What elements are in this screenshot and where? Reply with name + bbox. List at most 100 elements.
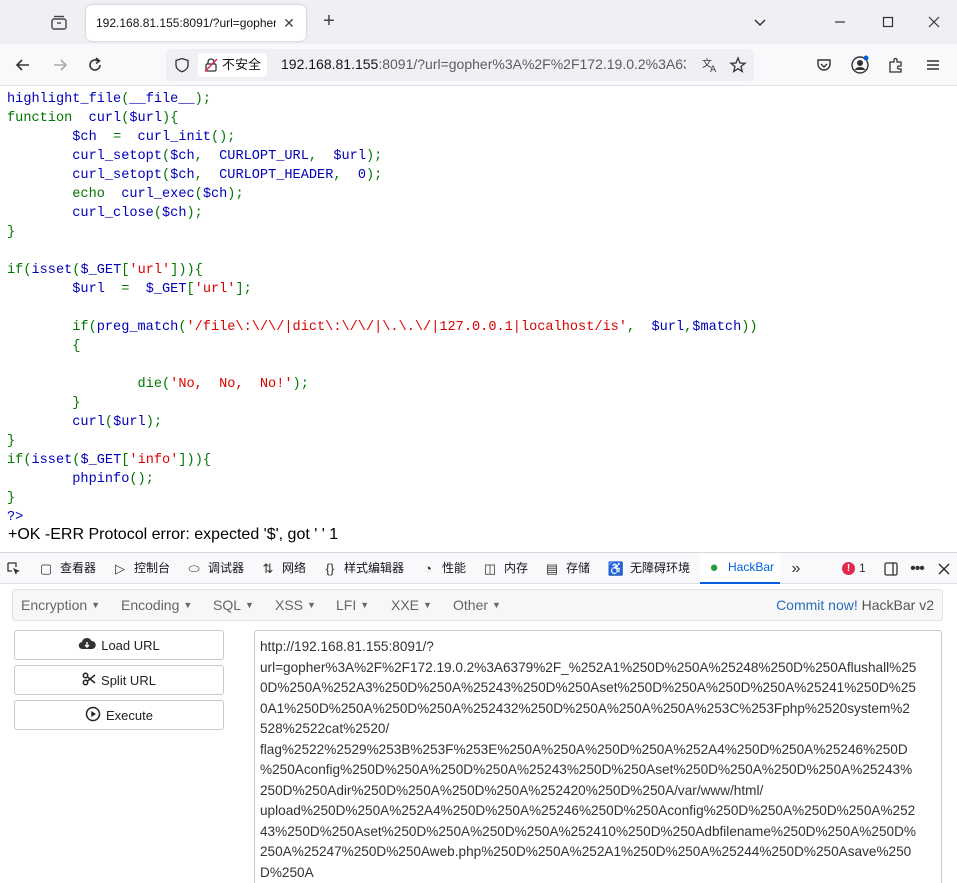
hackbar-menu-other[interactable]: Other ▼ [453,597,501,613]
code-token: curl [72,415,105,430]
hackbar-icon: ● [709,559,719,576]
code-token: 'url' [129,263,171,278]
code-token: , [627,320,652,335]
close-devtools-icon[interactable] [936,553,952,584]
error-icon: ! [842,561,855,575]
shield-icon[interactable] [170,53,194,77]
hackbar-url-textarea[interactable]: http://192.168.81.155:8091/? url=gopher%3… [254,630,942,883]
tab-groups-icon[interactable] [48,12,70,34]
element-picker-icon[interactable] [6,553,22,584]
devtools-tab-查看器[interactable]: ▢ 查看器 [38,553,96,584]
new-tab-button[interactable]: + [318,10,340,32]
back-arrow-icon[interactable] [11,53,35,77]
reload-icon[interactable] [83,53,107,77]
minimize-icon[interactable] [828,10,852,34]
code-token: , [333,168,358,183]
devtools-tab-样式编辑器[interactable]: {} 样式编辑器 [322,553,404,584]
code-token: { [7,339,81,354]
code-token: ); [227,187,244,202]
devtools-tab-label: 无障碍环境 [630,561,691,575]
insecure-lock-icon [203,57,219,73]
extensions-icon[interactable] [884,53,908,77]
split-url-button[interactable]: Split URL [14,665,224,695]
code-token: $_GET [80,453,122,468]
url-line: 43%250D%250Aset%250D%250A%250D%250A%2524… [260,823,916,839]
scissors-icon [82,672,96,689]
code-token: isset [31,453,73,468]
hackbar-menu-label: Encryption [21,597,88,613]
error-count-badge[interactable]: ! 1 [842,561,866,575]
devtools-tab-性能[interactable]: ◔ 性能 [420,553,466,584]
network-icon: ⇅ [262,561,274,576]
forward-arrow-icon[interactable] [48,53,72,77]
code-token: $ch [72,130,114,145]
tab-close-button[interactable]: ✕ [280,14,298,32]
navigation-bar: 不安全 192.168.81.155:8091/?url=gopher%3A%2… [0,44,957,86]
tab-list-icon[interactable] [748,10,772,34]
code-line: function curl($url){ [7,109,758,128]
url-path: :8091/?url=gopher%3A%2F%2F172.19.0.2%3A6… [378,56,686,72]
hackbar-menu-label: Encoding [121,597,180,613]
commit-now-link[interactable]: Commit now! [776,597,858,613]
devtools-tab-控制台[interactable]: ▷ 控制台 [112,553,170,584]
code-token: ( [162,168,171,183]
code-line: ?> [7,508,758,527]
hackbar-menu-sql[interactable]: SQL ▼ [213,597,254,613]
url-text[interactable]: 192.168.81.155:8091/?url=gopher%3A%2F%2F… [281,56,686,72]
devtools-tab-无障碍环境[interactable]: ♿ 无障碍环境 [608,553,690,584]
url-line: http://192.168.81.155:8091/? [260,639,434,654]
cloud-download-icon [78,637,96,654]
code-token: (); [210,130,236,145]
code-token: curl_close [72,206,154,221]
execute-button[interactable]: Execute [14,700,224,730]
devtools-tab-hackbar[interactable]: ● HackBar [700,553,781,584]
code-token: } [7,491,16,506]
code-line: phpinfo(); [7,470,758,489]
code-token: curl_setopt [72,168,162,183]
bookmark-star-icon[interactable] [726,53,750,77]
tab-bar: 192.168.81.155:8091/?url=gopher%3A%2F ✕ … [0,0,957,44]
devtools-tab-调试器[interactable]: ⬭ 调试器 [186,553,244,584]
url-line: url=gopher%3A%2F%2F172.19.0.2%3A6379%2F_… [260,659,917,675]
devtools-tab-网络[interactable]: ⇅ 网络 [260,553,306,584]
hackbar-menu-lfi[interactable]: LFI ▼ [336,597,369,613]
code-token: $ch [170,168,195,183]
pocket-icon[interactable] [812,53,836,77]
code-token: __file__ [129,92,195,107]
devtools-tab-label: 性能 [442,561,467,575]
menu-icon[interactable] [921,53,945,77]
browser-tab[interactable]: 192.168.81.155:8091/?url=gopher%3A%2F ✕ [86,5,306,41]
code-token: , [194,149,220,164]
hackbar-menu-label: LFI [336,597,357,613]
code-token: 'info' [129,453,179,468]
maximize-icon[interactable] [876,10,900,34]
code-token: ( [104,415,114,430]
more-tabs-chevron-icon[interactable]: » [788,553,804,584]
more-options-icon[interactable]: ••• [909,553,925,584]
url-line: 528%2522cat%2520/ [260,721,390,736]
dock-side-icon[interactable] [883,553,899,584]
close-window-icon[interactable] [922,10,946,34]
devtools-tab-label: 查看器 [60,561,97,575]
caret-down-icon: ▼ [245,600,254,610]
hackbar-menu-xss[interactable]: XSS ▼ [275,597,316,613]
hackbar-menu-xxe[interactable]: XXE ▼ [391,597,432,613]
load-url-button[interactable]: Load URL [14,630,224,660]
devtools-tab-内存[interactable]: ◫ 内存 [482,553,528,584]
play-circle-icon [85,706,101,725]
hackbar-menu-encryption[interactable]: Encryption ▼ [21,597,100,613]
url-bar[interactable]: 不安全 192.168.81.155:8091/?url=gopher%3A%2… [166,49,754,81]
php-source-code: highlight_file(__file__); function curl($… [7,90,758,527]
hackbar-menu-encoding[interactable]: Encoding ▼ [121,597,192,613]
devtools-tab-存储[interactable]: ▤ 存储 [544,553,590,584]
translate-icon[interactable]: 文A [698,53,722,77]
storage-icon: ▤ [545,561,559,576]
code-token: curl [88,111,122,126]
insecure-connection-badge[interactable]: 不安全 [198,53,268,77]
account-icon[interactable] [848,53,872,77]
code-token: $url [129,111,163,126]
inspector-icon: ▢ [39,561,53,576]
